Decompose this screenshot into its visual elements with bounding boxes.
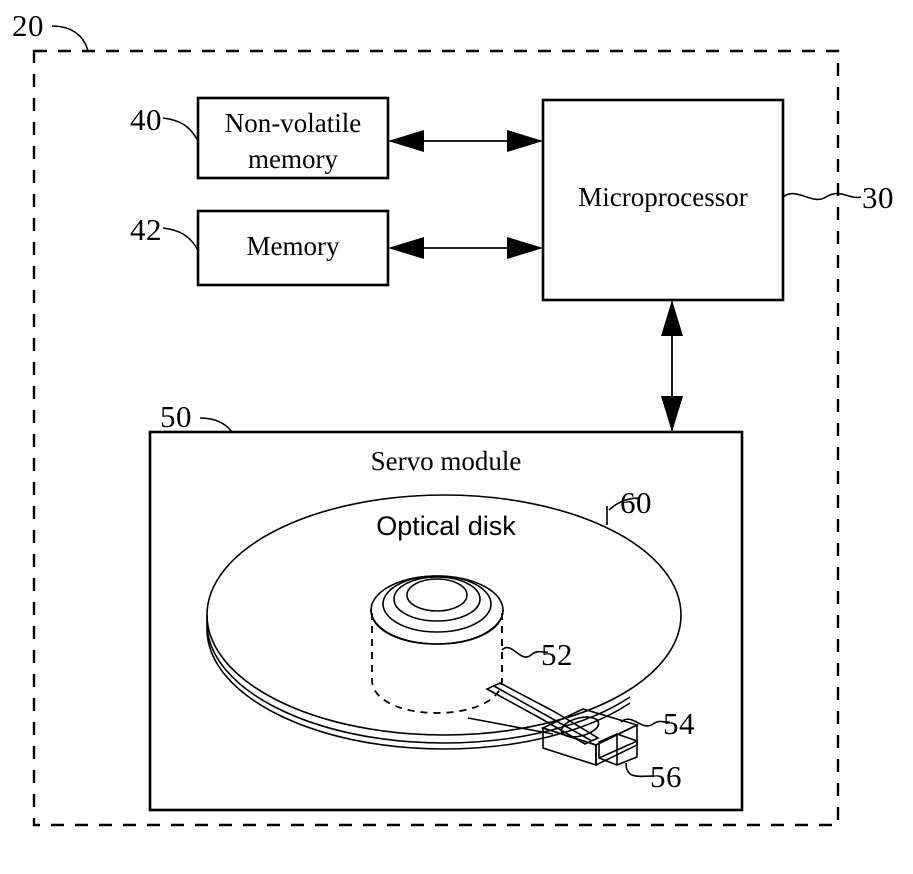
ref-numeral-56: 56	[650, 759, 682, 794]
servo-module-label: Servo module	[370, 446, 522, 476]
ref-numeral-42: 42	[130, 212, 162, 247]
ref-numeral-52: 52	[541, 637, 573, 672]
memory-label: Memory	[246, 231, 340, 261]
ref-numeral-20: 20	[12, 8, 44, 43]
patent-figure: 20 40 42 30 50 52 54 56 60 Non-volatile …	[0, 0, 913, 874]
leader-line-20	[51, 25, 89, 52]
leader-line-42	[162, 227, 199, 251]
microprocessor-label: Microprocessor	[578, 182, 748, 212]
arrow-microprocessor-servo	[661, 300, 683, 432]
leader-line-30	[782, 192, 862, 201]
leader-line-40	[162, 117, 199, 142]
nonvolatile-memory-label: Non-volatile memory	[199, 105, 387, 178]
nonvolatile-memory-label-line2: memory	[248, 144, 338, 175]
ref-numeral-30: 30	[862, 180, 894, 215]
arrow-memory-microprocessor	[388, 237, 543, 259]
arrow-nvm-microprocessor	[388, 130, 543, 152]
optical-disk-label: Optical disk	[376, 511, 516, 541]
ref-numeral-40: 40	[130, 102, 162, 137]
leader-line-50	[199, 417, 233, 433]
nonvolatile-memory-label-line1: Non-volatile	[224, 108, 362, 138]
ref-numeral-50: 50	[160, 399, 192, 434]
ref-numeral-54: 54	[663, 706, 695, 741]
